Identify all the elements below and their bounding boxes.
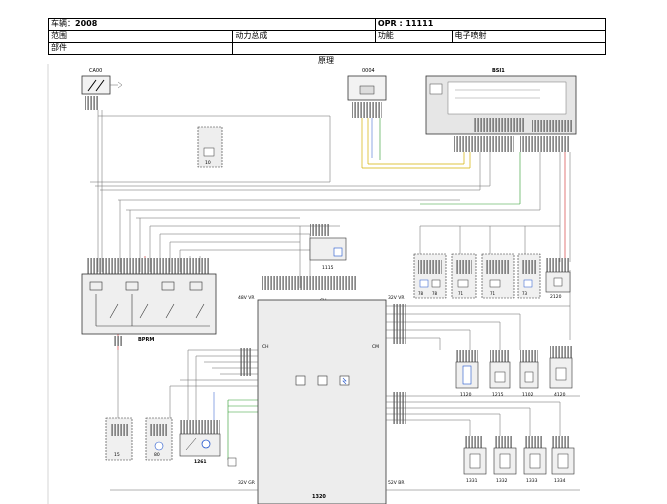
c10-component: 10 [197,126,223,168]
c1332-label: 1332 [496,478,508,484]
c80-label: 80 [154,452,160,458]
bsi1-component: BSI1 [425,68,577,152]
ecu-ch-side: CH [262,344,269,350]
scope-label-cell: 范围 [49,31,234,42]
c1120-label: 1120 [460,392,472,398]
blue-wires [213,118,373,432]
ecu-ch-label: CH [320,298,327,304]
header-row-scope: 范围 动力总成 功能 电子喷射 [49,31,605,43]
c1334-label: 1334 [554,478,566,484]
bottom-left-components: 15 80 1261 [105,417,237,467]
c71a-label: 71 [458,291,464,296]
green-wires [227,118,521,460]
c10-label: 10 [205,160,211,166]
yellow-wires [361,118,471,169]
c78b-label: 78 [432,291,438,296]
c1115-component: 1115 [309,224,347,271]
c15-label: 15 [114,452,120,458]
vehicle-cell: 车辆：2008 [49,19,376,30]
sensor-row-1: 1120 1215 1102 4120 [455,346,573,398]
vehicle-value: 2008 [75,19,98,28]
wiring-diagram: CA00 0004 BSI1 10 BPRM 1115 CH 48V VR 32… [47,64,580,504]
c0004-label: 0004 [362,68,375,74]
c78a-label: 78 [418,291,424,296]
c1115-label: 1115 [322,265,334,271]
c1331-label: 1331 [466,478,478,484]
ecu-gr-label: 32V GR [238,480,255,486]
scope-value-cell: 动力总成 [233,31,376,42]
ecu-vr32-label: 32V VR [388,295,404,301]
ecu-component: CH 48V VR 32V VR CH CM 32V GR 52V BR 132… [238,276,404,504]
c73-label: 73 [522,291,528,296]
ecu-left-wires [110,349,258,491]
bsi1-label: BSI1 [492,68,505,74]
ecu-cm-side: CM [372,344,379,350]
vehicle-label: 车辆： [51,19,75,28]
header-row-vehicle: 车辆：2008 OPR : 11111 [49,19,605,31]
red-wires [117,152,566,350]
ecu-right-wires [386,270,580,491]
header-row-parts: 部件 [49,43,605,54]
ecu-label: 1320 [312,494,326,500]
ca00-label: CA00 [89,68,102,74]
c71b-label: 71 [490,291,496,296]
injector-row: 1331 1332 1333 1334 [463,436,575,484]
ca00-component: CA00 [81,68,123,110]
ecu-br-label: 52V BR [388,480,404,486]
bprm-label: BPRM [138,337,154,343]
opr-label: OPR : [377,19,406,28]
pin-text-hatches [114,304,406,424]
c0004-component: 0004 [347,68,387,118]
function-label-cell: 功能 [376,31,453,42]
c1333-label: 1333 [526,478,538,484]
c2120-label: 2120 [550,294,562,300]
parts-label-cell: 部件 [49,43,234,54]
ecu-vr48-label: 48V VR [238,295,254,301]
c1261-label: 1261 [194,459,207,465]
relay-row: 78 78 71 71 73 2120 [413,253,571,300]
bprm-component: BPRM [81,258,217,343]
header-table: 车辆：2008 OPR : 11111 范围 动力总成 功能 电子喷射 部件 [48,18,606,55]
diagram-title: 原理 [318,56,334,65]
c4120-label: 4120 [554,392,566,398]
c1102-label: 1102 [522,392,534,398]
parts-value-cell [233,43,605,54]
c1215-label: 1215 [492,392,504,398]
wire-bundle [90,110,571,288]
opr-cell: OPR : 11111 [376,19,605,30]
opr-value: 11111 [405,19,434,28]
function-value-cell: 电子喷射 [454,31,487,40]
